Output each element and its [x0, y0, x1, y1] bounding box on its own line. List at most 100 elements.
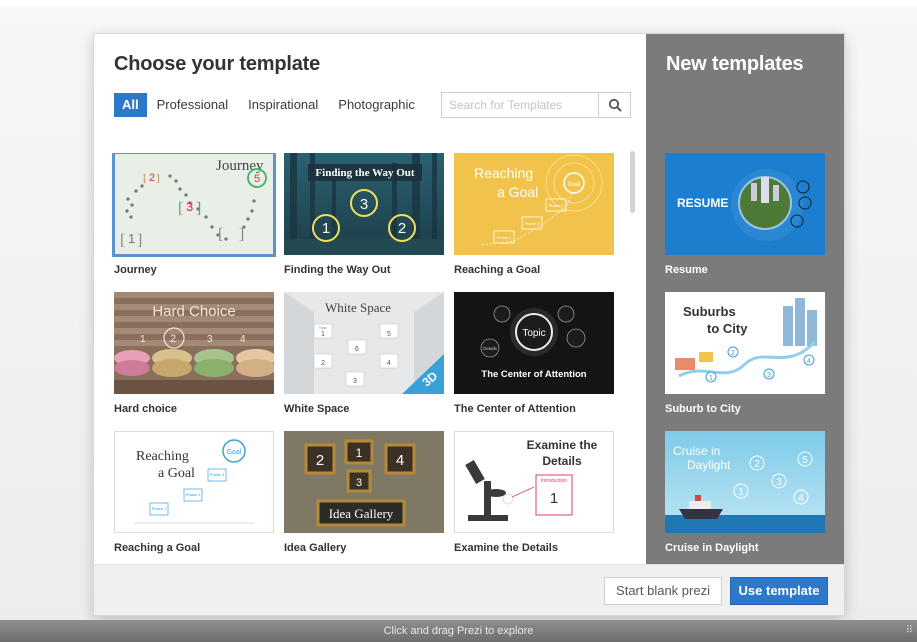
template-label: Journey	[114, 264, 157, 276]
use-template-button[interactable]: Use template	[730, 577, 828, 605]
template-label: Hard choice	[114, 403, 177, 415]
template-card-white-space[interactable]: White Space Topic 1 5 6 2 4 3 3D White S…	[284, 292, 444, 415]
template-card-idea-gallery[interactable]: 2 1 4 3 Idea Gallery Idea Gallery	[284, 431, 444, 554]
start-blank-prezi-button[interactable]: Start blank prezi	[604, 577, 722, 605]
template-thumbnail[interactable]: White Space Topic 1 5 6 2 4 3 3D	[284, 292, 444, 394]
svg-text:5: 5	[387, 331, 391, 338]
template-label: Reaching a Goal	[454, 264, 541, 276]
template-label: Resume	[665, 264, 708, 276]
svg-text:Topic: Topic	[522, 328, 545, 339]
svg-text:1: 1	[738, 487, 744, 498]
svg-text:RESUME: RESUME	[677, 196, 728, 210]
svg-text:The Center of Attention: The Center of Attention	[481, 369, 586, 380]
svg-text:3: 3	[767, 372, 771, 379]
svg-text:Phase 1: Phase 1	[497, 235, 512, 240]
svg-text:2: 2	[316, 452, 324, 469]
svg-text:2: 2	[170, 333, 176, 345]
template-card-finding-the-way-out[interactable]: Finding the Way Out 1 3 2 Finding the Wa…	[284, 153, 444, 276]
resize-grip-icon[interactable]: ⠿	[906, 620, 913, 642]
template-thumbnail[interactable]: Reaching a Goal Goal Phase 3 Phase 2 Pha…	[454, 153, 614, 255]
template-search	[441, 92, 631, 118]
svg-text:1: 1	[322, 220, 330, 237]
svg-text:3: 3	[356, 477, 362, 489]
svg-text:]: ]	[156, 172, 160, 184]
template-card-journey[interactable]: Journey [ 2 ] [ 3 ] [ 1 ] [ ] 5 Journey	[112, 153, 276, 276]
svg-text:3: 3	[776, 477, 782, 488]
svg-text:4: 4	[387, 360, 391, 367]
svg-text:Phase 3: Phase 3	[210, 472, 225, 477]
dialog-title: Choose your template	[114, 53, 321, 75]
template-thumbnail[interactable]: Finding the Way Out 1 3 2	[284, 153, 444, 255]
svg-text:Topic: Topic	[319, 326, 327, 330]
template-card-center-of-attention[interactable]: Topic Details The Center of Attention Th…	[454, 292, 614, 415]
search-button[interactable]	[598, 93, 630, 117]
svg-text:3: 3	[353, 378, 357, 385]
svg-text:[: [	[120, 232, 125, 249]
new-template-card-suburb-to-city[interactable]: Suburbs to City 1 2 3 4 Suburb to City	[665, 292, 825, 415]
svg-text:to City: to City	[707, 321, 748, 336]
search-input[interactable]	[442, 93, 598, 117]
svg-text:2: 2	[149, 172, 155, 184]
template-thumbnail[interactable]: Journey [ 2 ] [ 3 ] [ 1 ] [ ] 5	[112, 153, 276, 257]
filter-tab-professional[interactable]: Professional	[147, 93, 239, 117]
template-grid: Journey [ 2 ] [ 3 ] [ 1 ] [ ] 5 Journey …	[112, 153, 622, 564]
status-bar: Click and drag Prezi to explore ⠿	[0, 620, 917, 642]
svg-text:Examine the: Examine the	[527, 438, 598, 452]
svg-text:5: 5	[254, 173, 260, 185]
svg-text:Goal: Goal	[227, 449, 242, 456]
template-thumbnail[interactable]: Examine the Details Introduction 1	[454, 431, 614, 533]
template-card-reaching-a-goal-white[interactable]: Reaching a Goal Goal Phase 3 Phase 2 Pha…	[114, 431, 274, 554]
template-thumbnail[interactable]: Reaching a Goal Goal Phase 3 Phase 2 Pha…	[114, 431, 274, 533]
svg-text:1: 1	[356, 446, 363, 460]
template-label: Suburb to City	[665, 403, 741, 415]
svg-text:Introduction: Introduction	[541, 478, 567, 484]
svg-text:Phase 1: Phase 1	[152, 506, 167, 511]
gallery-scrollbar[interactable]	[630, 151, 635, 213]
template-thumbnail[interactable]: Topic Details The Center of Attention	[454, 292, 614, 394]
svg-text:a Goal: a Goal	[158, 466, 195, 481]
search-icon	[608, 98, 621, 112]
template-card-reaching-a-goal[interactable]: Reaching a Goal Goal Phase 3 Phase 2 Pha…	[454, 153, 614, 276]
template-thumbnail[interactable]: RESUME	[665, 153, 825, 255]
new-templates-pane: New templates RESUME Resume Suburbs to C…	[646, 34, 844, 564]
new-template-card-cruise-in-daylight[interactable]: Cruise in Daylight 1 2 3 4 5 Cruise in D…	[665, 431, 825, 554]
svg-text:1: 1	[140, 334, 146, 345]
svg-text:Goal: Goal	[568, 182, 581, 188]
svg-text:3: 3	[360, 196, 368, 213]
status-hint: Click and drag Prezi to explore	[383, 625, 534, 637]
svg-text:1: 1	[709, 375, 713, 382]
svg-text:White Space: White Space	[325, 300, 391, 315]
template-thumbnail[interactable]: Hard Choice 1 2 3 4	[114, 292, 274, 394]
filter-tab-all[interactable]: All	[114, 93, 147, 117]
side-title: New templates	[666, 53, 804, 75]
svg-text:Phase 2: Phase 2	[525, 221, 540, 226]
template-label: White Space	[284, 403, 350, 415]
svg-text:Reaching: Reaching	[136, 449, 189, 464]
svg-text:2: 2	[321, 360, 325, 367]
template-label: Reaching a Goal	[114, 542, 201, 554]
filter-tabs: All Professional Inspirational Photograp…	[114, 93, 425, 117]
svg-text:Idea Gallery: Idea Gallery	[329, 506, 394, 521]
svg-text:]: ]	[137, 232, 142, 249]
svg-text:[: [	[143, 172, 147, 184]
svg-text:[: [	[178, 200, 183, 217]
svg-text:Details: Details	[542, 454, 582, 468]
template-card-examine-the-details[interactable]: Examine the Details Introduction 1 Exami…	[454, 431, 614, 554]
svg-text:3: 3	[186, 199, 193, 214]
template-thumbnail[interactable]: 2 1 4 3 Idea Gallery	[284, 431, 444, 533]
dialog-footer: Start blank prezi Use template	[94, 564, 844, 615]
svg-text:Details: Details	[483, 346, 498, 351]
template-thumbnail[interactable]: Suburbs to City 1 2 3 4	[665, 292, 825, 394]
svg-text:4: 4	[396, 452, 404, 469]
template-thumbnail[interactable]: Cruise in Daylight 1 2 3 4 5	[665, 431, 825, 533]
template-label: Finding the Way Out	[284, 264, 391, 276]
filter-tab-inspirational[interactable]: Inspirational	[238, 93, 328, 117]
filter-tab-photographic[interactable]: Photographic	[328, 93, 425, 117]
svg-text:Finding the Way Out: Finding the Way Out	[315, 167, 414, 179]
template-card-hard-choice[interactable]: Hard Choice 1 2 3 4 Hard choice	[114, 292, 274, 415]
svg-text:2: 2	[398, 220, 406, 237]
new-template-card-resume[interactable]: RESUME Resume	[665, 153, 825, 276]
svg-text:a Goal: a Goal	[497, 184, 538, 200]
svg-text:]: ]	[196, 200, 201, 217]
svg-text:1: 1	[550, 490, 558, 507]
